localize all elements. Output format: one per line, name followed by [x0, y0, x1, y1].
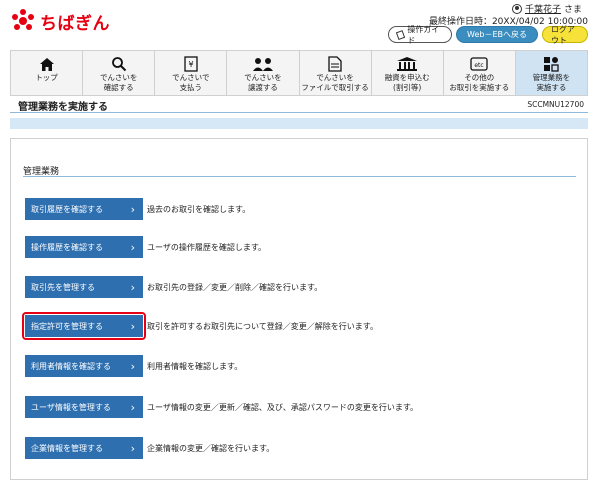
menu-description: 企業情報の変更／確認を行います。 [147, 443, 275, 453]
brand-mark-icon [12, 9, 34, 30]
admin-icon [543, 55, 560, 73]
nav-label: でんさいを 確認する [99, 73, 138, 92]
admin-menu-panel: 管理業務 取引履歴を確認する › 過去のお取引を確認します。 操作履歴を確認する… [10, 138, 588, 480]
check-user-info-button[interactable]: 利用者情報を確認する › [25, 355, 143, 377]
menu-row: 指定許可を管理する › 取引を許可するお取引先について登録／変更／解除を行います… [25, 315, 378, 337]
chevron-right-icon: › [130, 280, 135, 294]
global-nav: トップ でんさいを 確認する ¥ でんさいで 支払う でんさいを 譲渡する でん… [10, 50, 588, 96]
section-divider [23, 176, 576, 177]
nav-label: 管理業務を 実施する [532, 73, 571, 92]
nav-label: でんさいを ファイルで取引する [301, 73, 369, 92]
manage-designated-permission-button[interactable]: 指定許可を管理する › [25, 315, 143, 337]
header: ちばぎん 千葉花子 さま 最終操作日時：20XX/04/02 10:00:00 … [0, 0, 600, 48]
screen-id: SCCMNU12700 [527, 100, 584, 109]
operation-guide-label: 操作ガイド [407, 24, 440, 45]
user-icon [511, 3, 522, 14]
chevron-right-icon: › [130, 240, 135, 254]
decorative-band [10, 118, 588, 129]
header-buttons: 操作ガイド Web－EBへ戻る ログアウト [388, 24, 588, 45]
menu-description: 取引を許可するお取引先について登録／変更／解除を行います。 [147, 321, 378, 331]
nav-label: でんさいで 支払う [172, 73, 210, 92]
manage-counterparties-button[interactable]: 取引先を管理する › [25, 276, 143, 298]
menu-row: 企業情報を管理する › 企業情報の変更／確認を行います。 [25, 437, 274, 459]
menu-row: ユーザ情報を管理する › ユーザ情報の変更／更新／確認、及び、承認パスワードの変… [25, 396, 418, 418]
chevron-right-icon: › [130, 441, 135, 455]
payment-icon: ¥ [184, 55, 198, 73]
menu-button-label: 取引履歴を確認する [31, 204, 103, 214]
svg-text:etc: etc [475, 62, 484, 69]
chevron-right-icon: › [130, 202, 135, 216]
menu-button-label: 操作履歴を確認する [31, 242, 103, 252]
menu-button-label: 指定許可を管理する [31, 321, 103, 331]
home-icon [39, 55, 55, 73]
menu-description: 利用者情報を確認します。 [147, 361, 243, 371]
page-title: 管理業務を実施する [18, 102, 108, 113]
menu-description: ユーザ情報の変更／更新／確認、及び、承認パスワードの変更を行います。 [147, 402, 419, 412]
nav-item-pay[interactable]: ¥ でんさいで 支払う [155, 51, 228, 95]
menu-row: 利用者情報を確認する › 利用者情報を確認します。 [25, 355, 242, 377]
nav-label: 融資を申込む (割引等) [384, 73, 430, 92]
operation-guide-button[interactable]: 操作ガイド [388, 24, 452, 45]
menu-button-label: 企業情報を管理する [31, 443, 103, 453]
web-eb-return-button[interactable]: Web－EBへ戻る [456, 26, 538, 43]
nav-item-transfer[interactable]: でんさいを 譲渡する [227, 51, 300, 95]
transaction-history-button[interactable]: 取引履歴を確認する › [25, 198, 143, 220]
nav-item-file[interactable]: でんさいを ファイルで取引する [300, 51, 372, 95]
menu-button-label: 取引先を管理する [31, 282, 95, 292]
file-icon [328, 55, 342, 73]
menu-description: お取引先の登録／変更／削除／確認を行います。 [147, 282, 323, 292]
menu-description: 過去のお取引を確認します。 [147, 204, 251, 214]
nav-item-check[interactable]: でんさいを 確認する [83, 51, 156, 95]
menu-description: ユーザの操作履歴を確認します。 [147, 242, 267, 252]
transfer-icon [252, 55, 273, 73]
bank-icon [396, 55, 418, 73]
menu-button-label: 利用者情報を確認する [31, 361, 111, 371]
nav-label: トップ [35, 73, 58, 82]
nav-label: その他の お取引を実施する [449, 73, 510, 92]
chevron-right-icon: › [130, 319, 135, 333]
nav-label: でんさいを 譲渡する [244, 73, 282, 92]
etc-icon: etc [470, 55, 488, 73]
brand-name: ちばぎん [40, 13, 110, 34]
logout-button[interactable]: ログアウト [542, 25, 588, 45]
pencil-icon [395, 29, 406, 40]
chevron-right-icon: › [130, 400, 135, 414]
search-icon [111, 55, 127, 73]
nav-item-loan[interactable]: 融資を申込む (割引等) [372, 51, 444, 95]
menu-row: 操作履歴を確認する › ユーザの操作履歴を確認します。 [25, 236, 266, 258]
chevron-right-icon: › [130, 359, 135, 373]
nav-item-admin[interactable]: 管理業務を 実施する [515, 51, 587, 95]
nav-item-top[interactable]: トップ [11, 51, 84, 95]
brand-logo: ちばぎん [10, 8, 110, 34]
svg-text:¥: ¥ [188, 60, 193, 69]
operation-history-button[interactable]: 操作履歴を確認する › [25, 236, 143, 258]
manage-company-info-button[interactable]: 企業情報を管理する › [25, 437, 143, 459]
page-title-bar: 管理業務を実施する SCCMNU12700 [10, 97, 588, 113]
menu-row: 取引履歴を確認する › 過去のお取引を確認します。 [25, 198, 250, 220]
menu-button-label: ユーザ情報を管理する [31, 402, 111, 412]
manage-user-info-button[interactable]: ユーザ情報を管理する › [25, 396, 143, 418]
menu-row: 取引先を管理する › お取引先の登録／変更／削除／確認を行います。 [25, 276, 322, 298]
nav-item-other[interactable]: etc その他の お取引を実施する [444, 51, 516, 95]
